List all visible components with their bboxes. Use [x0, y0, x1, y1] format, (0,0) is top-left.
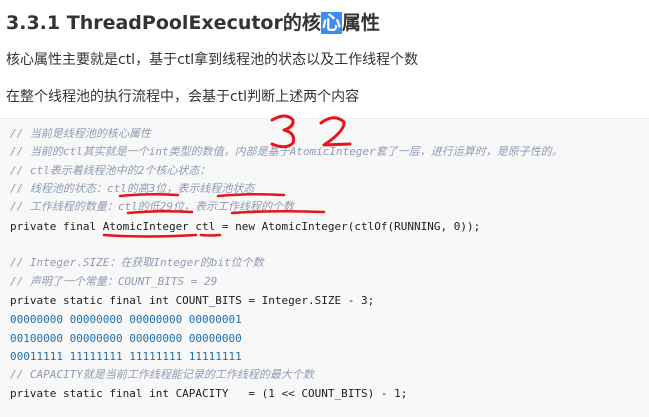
- heading-title-start: ThreadPoolExecutor的核: [66, 12, 321, 34]
- code-comment: // 工作线程的数量：ctl的低29位，表示工作线程的个数: [10, 200, 294, 213]
- code-block[interactable]: // 当前是线程池的核心属性 // 当前的ctl其实就是一个int类型的数值，内…: [0, 118, 649, 417]
- code-comment: // 当前是线程池的核心属性: [10, 127, 151, 140]
- code-binary: 00011111 11111111 11111111 11111111: [10, 350, 242, 363]
- code-statement: private static final int COUNT_BITS = In…: [10, 294, 375, 307]
- code-statement: private static final int CAPACITY = (1 <…: [10, 387, 408, 400]
- code-comment: // Integer.SIZE：在获取Integer的bit位个数: [10, 256, 264, 269]
- flow-paragraph: 在整个线程池的执行流程中，会基于ctl判断上述两个内容: [6, 89, 360, 105]
- code-comment: // 声明了一个常量：COUNT_BITS = 29: [10, 275, 218, 288]
- code-binary: 00100000 00000000 00000000 00000000: [10, 332, 242, 345]
- code-binary: 00000000 00000000 00000000 00000001: [10, 313, 242, 326]
- code-comment: // 线程池的状态：ctl的高3位，表示线程池状态: [10, 182, 255, 195]
- code-comment: // 当前的ctl其实就是一个int类型的数值，内部是基于AtomicInteg…: [10, 145, 563, 158]
- intro-paragraph: 核心属性主要就是ctl，基于ctl拿到线程池的状态以及工作线程个数: [6, 52, 419, 68]
- code-comment: // CAPACITY就是当前工作线程能记录的工作线程的最大个数: [10, 368, 314, 381]
- heading-number: 3.3.1: [6, 12, 61, 34]
- heading-title-end: 属性: [341, 12, 380, 34]
- heading-highlighted-char: 心: [320, 12, 342, 34]
- code-comment: // ctl表示着线程池中的2个核心状态：: [10, 164, 211, 177]
- code-statement: private final AtomicInteger ctl = new At…: [10, 220, 481, 233]
- section-heading: 3.3.1 ThreadPoolExecutor的核心属性: [6, 8, 380, 35]
